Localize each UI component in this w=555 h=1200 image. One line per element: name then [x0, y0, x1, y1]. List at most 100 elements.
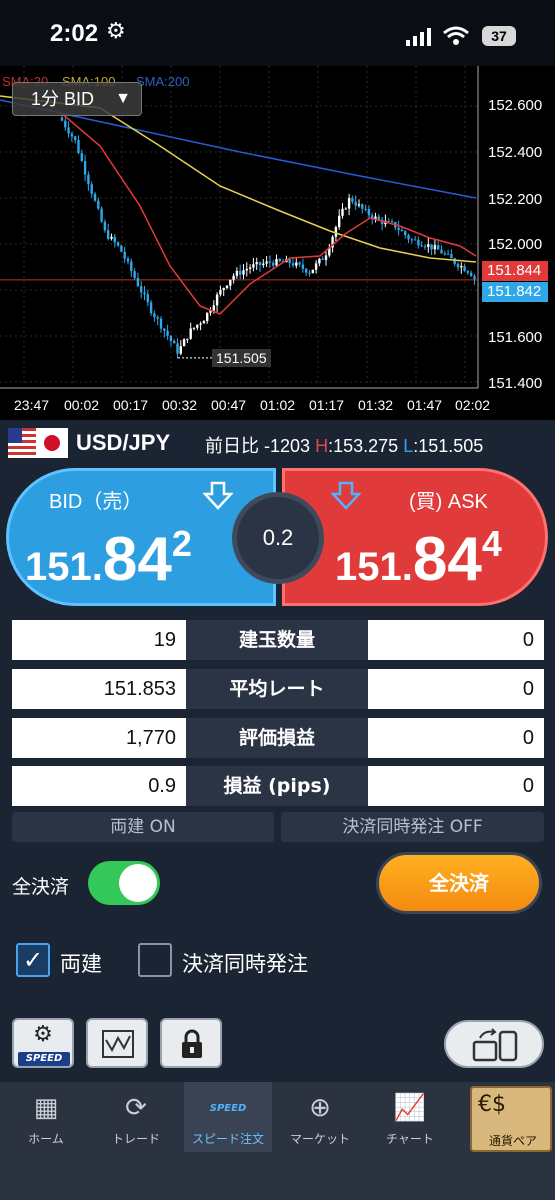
candle-body — [262, 263, 265, 266]
candle-body — [377, 216, 380, 220]
chart-icon: 📈 — [393, 1093, 427, 1123]
candle-body — [199, 323, 202, 325]
candle-body — [140, 286, 143, 293]
x-tick: 00:02 — [64, 397, 100, 413]
candle-body — [407, 235, 410, 240]
timeframe-dropdown[interactable]: 1分 BID ▼ — [12, 82, 142, 116]
ask-price-tag: 151.844 — [482, 261, 548, 281]
globe-icon: ⊕ — [309, 1093, 331, 1123]
change-value: -1203 — [264, 436, 311, 456]
row-label: 評価損益 — [186, 718, 368, 758]
tab-market[interactable]: ⊕ マーケット — [276, 1082, 364, 1152]
price-chart[interactable]: SMA:20 SMA:100 SMA:200 1分 BID ▼ 152.600 … — [0, 66, 555, 420]
lock-button[interactable] — [160, 1018, 222, 1068]
gear-icon: ⚙ — [106, 19, 126, 44]
candle-body — [60, 117, 64, 121]
tab-currency-pair[interactable]: €$ 通貨ペア — [470, 1086, 552, 1152]
ask-label: (買) ASK — [409, 491, 488, 513]
candle-body — [93, 193, 97, 201]
candle-body — [361, 204, 364, 209]
candle-body — [173, 341, 176, 344]
candle-body — [255, 262, 258, 265]
candle-body — [466, 271, 470, 273]
high-label: H — [315, 436, 329, 456]
candle-body — [179, 346, 182, 354]
y-tick: 152.600 — [488, 97, 543, 114]
candle-body — [202, 321, 206, 324]
candle-body — [351, 198, 354, 202]
arrow-down-icon — [331, 481, 361, 510]
tab-trade[interactable]: ⟳ トレード — [92, 1082, 180, 1152]
candle-body — [97, 200, 100, 209]
candle-body — [420, 245, 423, 247]
candle-body — [404, 231, 407, 236]
candle-body — [354, 201, 357, 206]
candle-body — [136, 278, 140, 287]
bid-price-tag: 151.842 — [482, 282, 548, 302]
position-row: 1,770 評価損益 0 — [12, 718, 544, 758]
rotate-screen-button[interactable] — [444, 1020, 544, 1068]
candle-body — [212, 305, 215, 311]
candle-body — [242, 270, 245, 275]
candle-body — [437, 245, 440, 250]
candle-body — [288, 259, 291, 264]
gear-icon: ⚙ — [33, 1022, 53, 1047]
bid-price-main: 151. — [25, 545, 103, 589]
toggle-knob — [119, 864, 157, 902]
hedge-checkbox[interactable]: ✓ — [16, 943, 50, 977]
settle-all-button[interactable]: 全決済 — [376, 852, 542, 914]
candle-body — [347, 198, 351, 209]
candle-body — [341, 208, 344, 216]
candle-body — [433, 245, 437, 250]
candle-body — [295, 262, 298, 266]
candle-body — [248, 267, 252, 269]
candle-body — [400, 229, 404, 232]
candle-body — [291, 263, 295, 266]
tab-home[interactable]: ▦ ホーム — [2, 1082, 90, 1152]
ask-price-fraction: 4 — [481, 523, 502, 564]
speed-badge: SPEED — [18, 1052, 70, 1066]
ask-price-main: 151. — [335, 545, 413, 589]
candle-body — [186, 338, 189, 340]
candle-body — [324, 255, 328, 260]
candle-body — [463, 266, 466, 272]
x-tick: 00:17 — [113, 397, 149, 413]
candle-body — [305, 268, 308, 273]
candle-body — [169, 335, 173, 342]
chart-canvas[interactable] — [0, 66, 555, 420]
candle-body — [222, 288, 225, 290]
candle-body — [120, 245, 123, 252]
tab-chart[interactable]: 📈 チャート — [366, 1082, 454, 1152]
close-order-checkbox[interactable] — [138, 943, 172, 977]
candle-body — [446, 253, 450, 255]
status-time: 2:02 — [50, 20, 99, 47]
tab-speed-order[interactable]: SPEED スピード注文 — [184, 1082, 272, 1152]
x-tick: 01:17 — [309, 397, 345, 413]
chart-toggle-button[interactable] — [86, 1018, 148, 1068]
candle-body — [74, 136, 77, 141]
candle-body — [357, 204, 361, 206]
candle-body — [219, 289, 222, 295]
battery-indicator: 37 — [482, 26, 516, 46]
candle-body — [90, 184, 93, 194]
close-order-mode-status: 決済同時発注 OFF — [281, 812, 544, 842]
ask-price: 151.844 — [335, 523, 502, 595]
settle-all-label: 全決済 — [12, 876, 70, 898]
pair-name[interactable]: USD/JPY — [76, 430, 170, 456]
candle-body — [390, 221, 394, 223]
status-bar: 2:02 ⚙ 37 — [0, 0, 555, 66]
candle-body — [123, 251, 126, 259]
candle-body — [272, 262, 275, 266]
min-price-label: 151.505 — [212, 349, 271, 367]
candle-body — [70, 133, 74, 137]
y-tick: 151.600 — [488, 329, 543, 346]
candle-body — [387, 220, 390, 222]
settle-all-toggle[interactable] — [88, 861, 160, 905]
tab-label: 通貨ペア — [488, 1134, 537, 1148]
candle-body — [278, 259, 281, 262]
speed-settings-button[interactable]: ⚙ SPEED — [12, 1018, 74, 1068]
x-tick: 00:32 — [162, 397, 198, 413]
candle-body — [235, 270, 239, 276]
candle-body — [473, 276, 476, 280]
candle-body — [176, 343, 179, 354]
